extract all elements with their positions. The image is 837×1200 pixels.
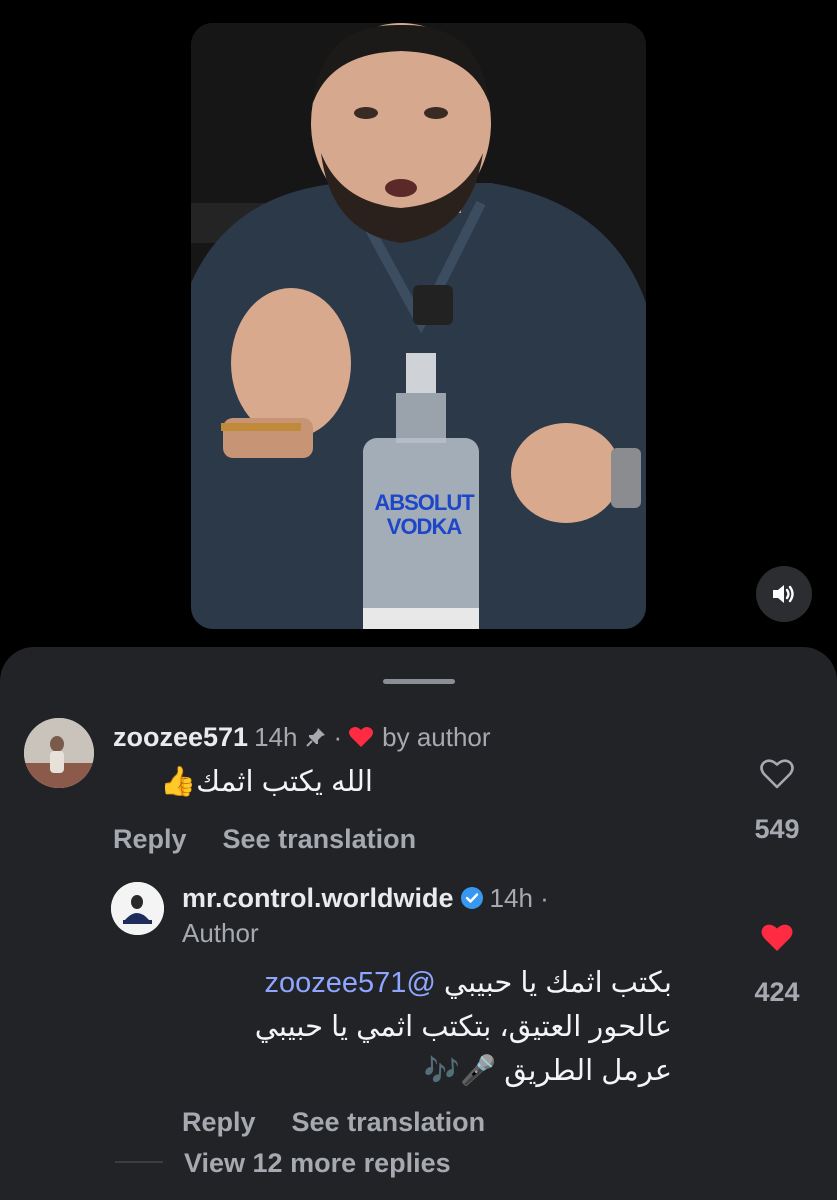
comment-text: الله يكتب اثمك👍 [160, 766, 373, 798]
comment-header: zoozee571 14h · by author [113, 718, 491, 756]
comments-sheet: zoozee571 14h · by author الله يكتب اثمك… [0, 647, 837, 1200]
liked-by-author-label: by author [382, 721, 491, 752]
reply-button[interactable]: Reply [113, 824, 187, 855]
view-more-replies-label: View 12 more replies [184, 1147, 451, 1178]
comment-actions: Reply See translation [113, 819, 416, 859]
speaker-icon [773, 585, 794, 603]
video-player[interactable]: ABSOLUT VODKA [191, 23, 646, 629]
see-translation-button[interactable]: See translation [292, 1107, 486, 1138]
reply-time: 14h · [489, 882, 549, 913]
view-more-replies[interactable]: View 12 more replies [184, 1143, 451, 1183]
pin-icon [305, 726, 327, 748]
reply-like-count: 424 [754, 977, 800, 1007]
heart-filled-icon [761, 924, 793, 951]
bottle-brand-text: ABSOLUT [374, 490, 474, 515]
reply-username[interactable]: mr.control.worldwide [182, 883, 454, 914]
avatar[interactable] [24, 718, 94, 788]
like-button[interactable] [760, 758, 794, 792]
see-translation-button[interactable]: See translation [223, 824, 417, 855]
reply-button[interactable]: Reply [182, 1107, 256, 1138]
reply-line-1-text: بكتب اثمك يا حبيبي [443, 967, 672, 999]
reply-role-row: Author [182, 915, 259, 951]
comment-username[interactable]: zoozee571 [113, 722, 248, 753]
divider-line [115, 1161, 163, 1163]
drag-handle[interactable] [383, 679, 455, 684]
reply-avatar[interactable] [111, 882, 164, 935]
heart-outline-icon [760, 759, 794, 789]
reply-line-2: عالحور العتيق، بتكتب اثمي يا حبيبي [254, 1011, 672, 1043]
reply-line-3: عرمل الطريق 🎤🎶 [423, 1055, 672, 1087]
reply-like-button[interactable] [760, 922, 794, 956]
sound-toggle-button[interactable] [756, 566, 812, 622]
reply-text: بكتب اثمك يا حبيبي @zoozee571 عالحور الع… [182, 961, 672, 1093]
meta-separator: · [333, 721, 343, 752]
reply-line-1: بكتب اثمك يا حبيبي @zoozee571 [182, 961, 673, 1005]
mention-link[interactable]: @zoozee571 [265, 967, 436, 999]
like-count: 549 [754, 814, 800, 844]
comment-time: 14h [254, 721, 298, 752]
reply-actions: Reply See translation [182, 1102, 485, 1142]
reply-header: mr.control.worldwide 14h · [182, 879, 549, 917]
author-label: Author [182, 917, 259, 948]
verified-badge-icon [460, 886, 484, 910]
heart-filled-icon [348, 725, 374, 749]
bottle-type-text: VODKA [386, 514, 462, 539]
